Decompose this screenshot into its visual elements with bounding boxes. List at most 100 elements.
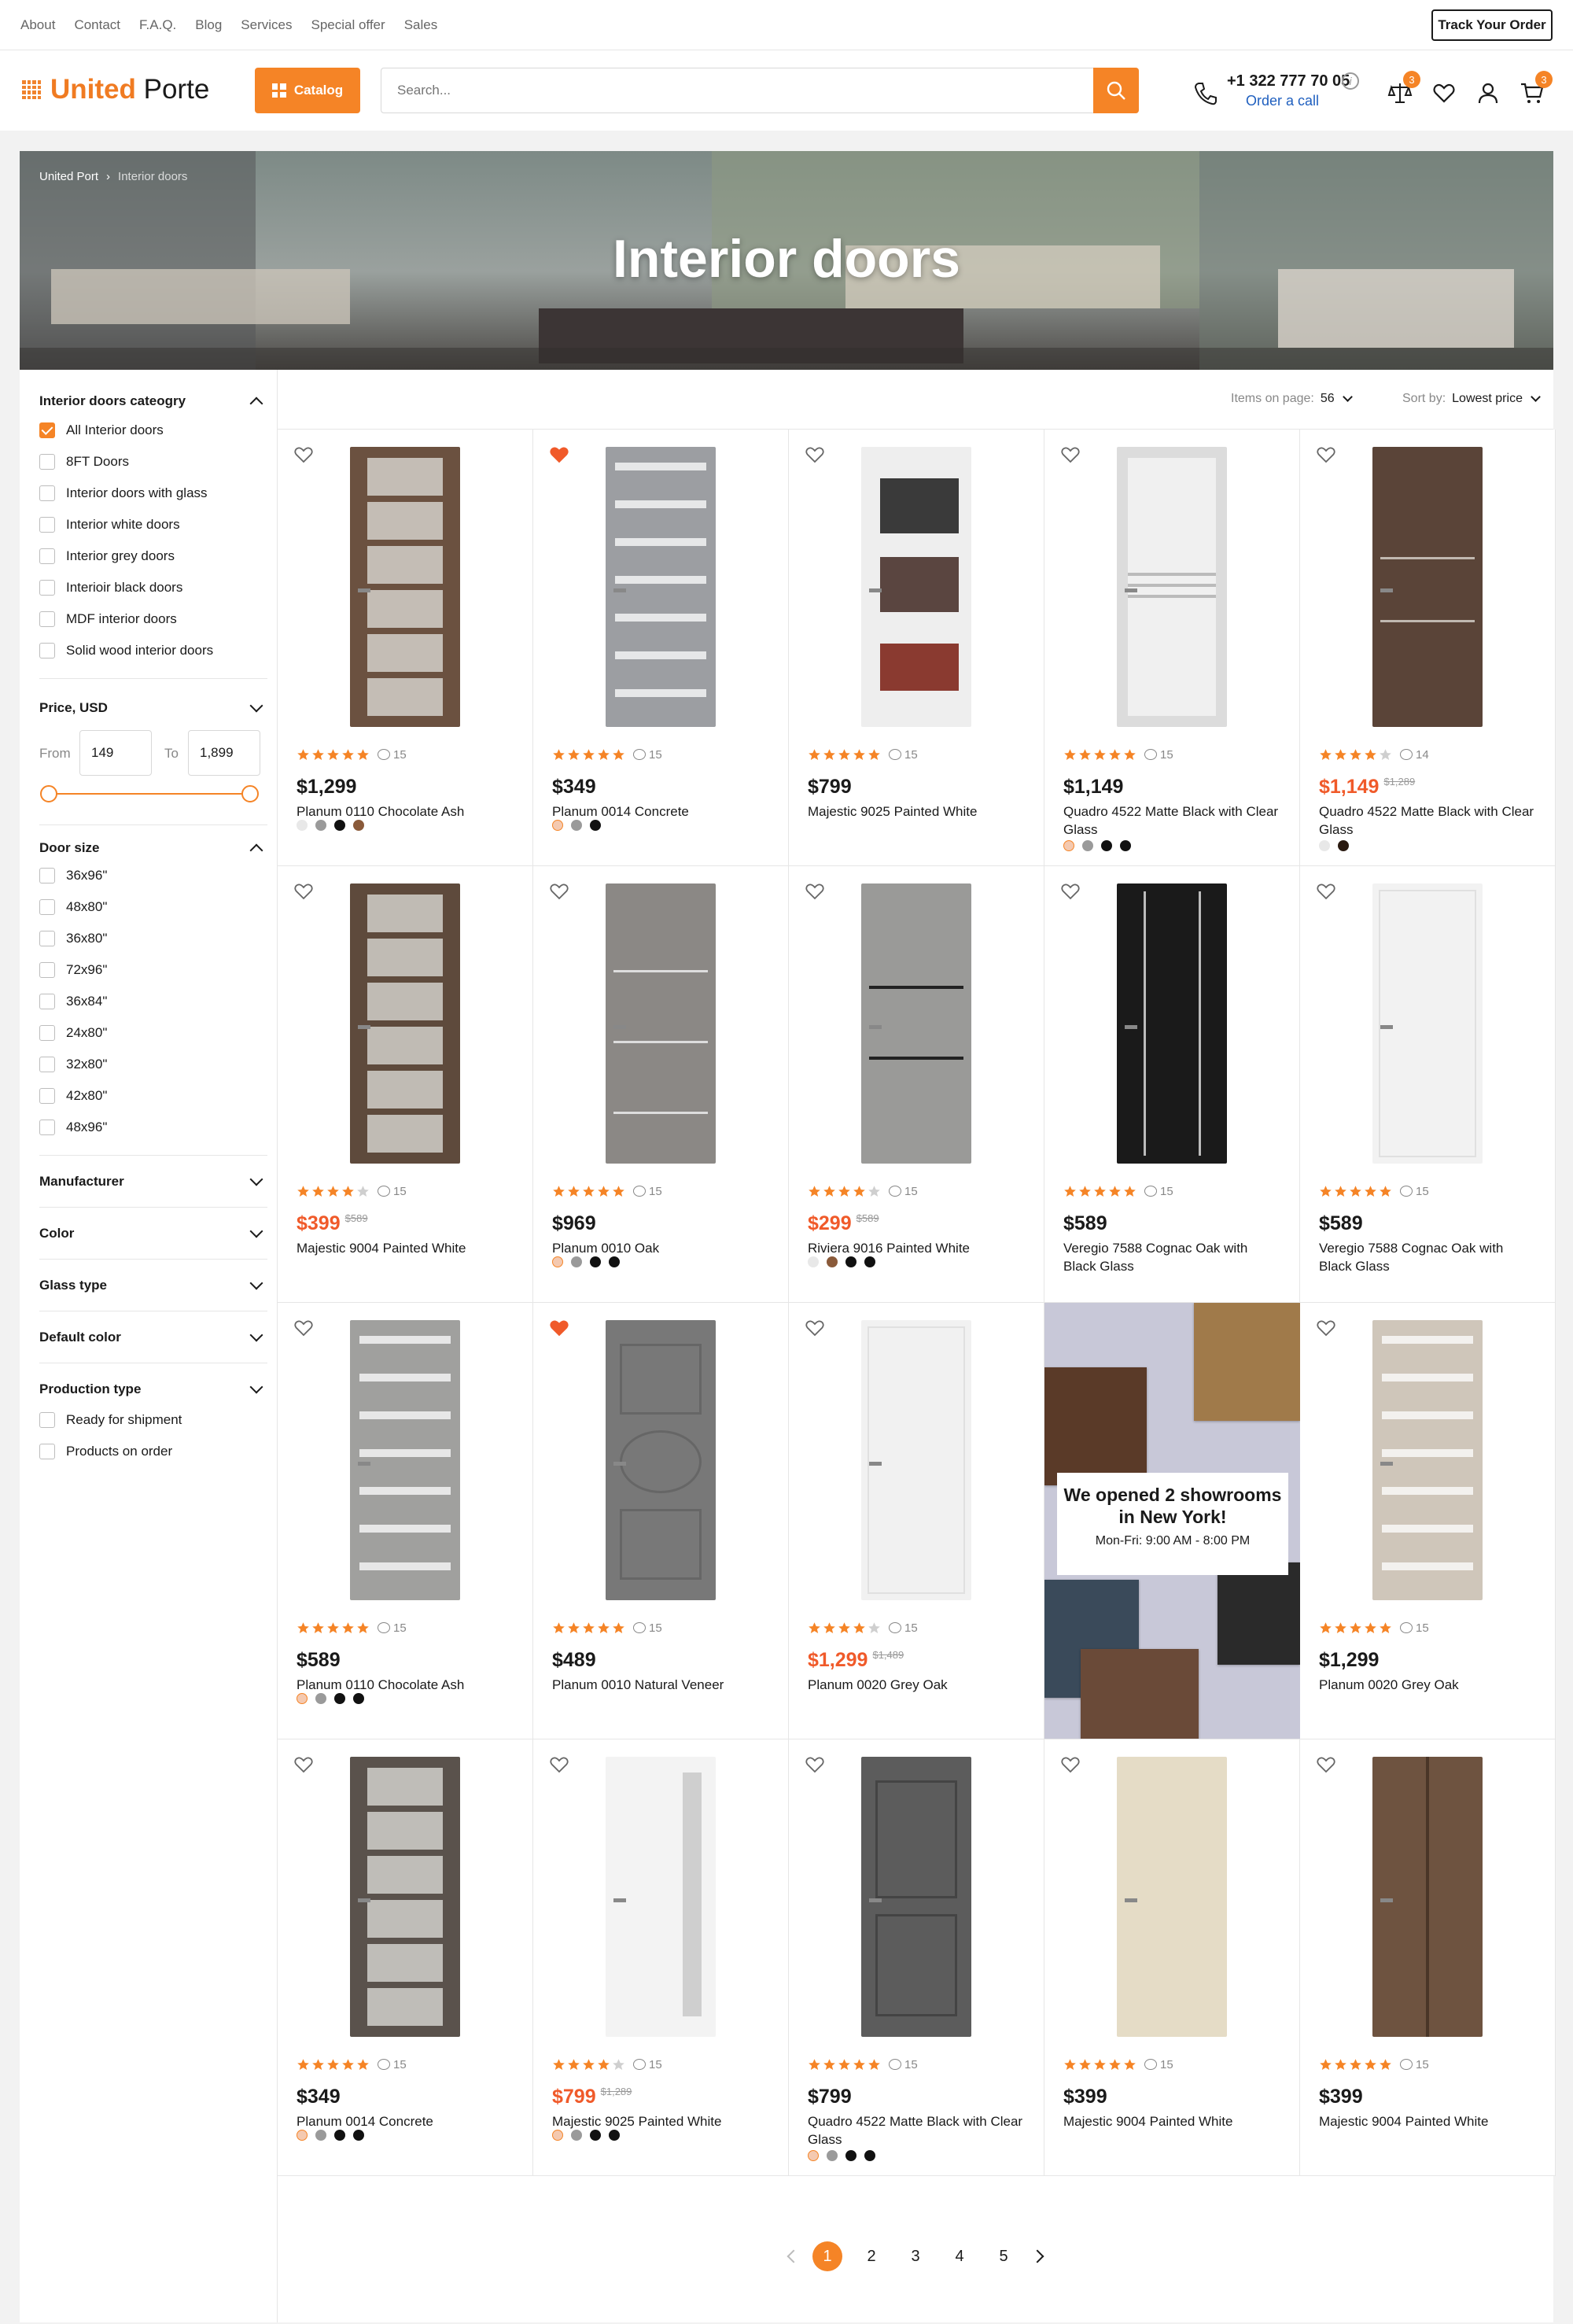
heart-icon[interactable] bbox=[293, 882, 314, 901]
product-name[interactable]: Majestic 9004 Painted White bbox=[1319, 2112, 1539, 2130]
product-image[interactable] bbox=[861, 1757, 971, 2037]
color-swatch[interactable] bbox=[1338, 840, 1349, 851]
price-from-input[interactable]: 149 bbox=[79, 730, 152, 776]
color-swatch[interactable] bbox=[552, 2130, 563, 2141]
color-swatch[interactable] bbox=[297, 2130, 308, 2141]
product-image[interactable] bbox=[1117, 447, 1227, 727]
heart-icon[interactable] bbox=[805, 445, 825, 464]
color-swatch[interactable] bbox=[315, 820, 326, 831]
product-card[interactable]: 15 $489 Planum 0010 Natural Veneer bbox=[533, 1303, 789, 1739]
product-card[interactable]: 15 $1,299 Planum 0020 Grey Oak bbox=[1300, 1303, 1556, 1739]
sort-select[interactable]: Sort by: Lowest price bbox=[1402, 392, 1541, 406]
color-swatch[interactable] bbox=[1063, 840, 1074, 851]
product-image[interactable] bbox=[1372, 883, 1483, 1164]
checkbox[interactable] bbox=[39, 1412, 55, 1428]
checkbox[interactable] bbox=[39, 548, 55, 564]
product-name[interactable]: Majestic 9004 Painted White bbox=[1063, 2112, 1284, 2130]
color-swatch[interactable] bbox=[334, 820, 345, 831]
filter-glass-header[interactable]: Glass type bbox=[39, 1270, 267, 1301]
heart-icon[interactable] bbox=[293, 1319, 314, 1337]
product-name[interactable]: Planum 0014 Concrete bbox=[552, 802, 772, 821]
product-image[interactable] bbox=[1372, 1757, 1483, 2037]
filter-category-header[interactable]: Interior doors cateogry bbox=[39, 385, 267, 417]
size-option[interactable]: 48x96" bbox=[39, 1116, 107, 1139]
heart-icon[interactable] bbox=[1060, 1755, 1081, 1774]
filter-production-header[interactable]: Production type bbox=[39, 1374, 267, 1405]
heart-icon[interactable] bbox=[549, 1319, 569, 1337]
color-swatch[interactable] bbox=[609, 1256, 620, 1267]
color-swatch[interactable] bbox=[1319, 840, 1330, 851]
checkbox[interactable] bbox=[39, 1444, 55, 1459]
product-name[interactable]: Planum 0010 Oak bbox=[552, 1239, 772, 1257]
color-swatch[interactable] bbox=[315, 2130, 326, 2141]
product-name[interactable]: Planum 0110 Chocolate Ash bbox=[297, 1676, 517, 1694]
price-to-input[interactable]: 1,899 bbox=[188, 730, 260, 776]
breadcrumb-home[interactable]: United Port bbox=[39, 170, 98, 183]
color-swatch[interactable] bbox=[552, 1256, 563, 1267]
color-swatch[interactable] bbox=[808, 2150, 819, 2161]
product-card[interactable]: 15 $589 Veregio 7588 Cognac Oak with Black… bbox=[1300, 866, 1556, 1303]
checkbox[interactable] bbox=[39, 931, 55, 946]
checkbox[interactable] bbox=[39, 994, 55, 1009]
category-option[interactable]: Interioir black doors bbox=[39, 576, 182, 599]
size-option[interactable]: 48x80" bbox=[39, 895, 107, 919]
color-swatch[interactable] bbox=[590, 1256, 601, 1267]
heart-icon[interactable] bbox=[293, 445, 314, 464]
heart-icon[interactable] bbox=[1316, 882, 1336, 901]
checkbox[interactable] bbox=[39, 962, 55, 978]
product-name[interactable]: Veregio 7588 Cognac Oak with Black Glass bbox=[1319, 1239, 1539, 1275]
product-image[interactable] bbox=[1117, 1757, 1227, 2037]
checkbox[interactable] bbox=[39, 868, 55, 883]
heart-icon[interactable] bbox=[549, 1755, 569, 1774]
product-image[interactable] bbox=[350, 1757, 460, 2037]
category-option[interactable]: All Interior doors bbox=[39, 419, 164, 442]
logo[interactable]: United Porte bbox=[22, 74, 209, 105]
category-option[interactable]: Interior grey doors bbox=[39, 544, 175, 568]
checkbox[interactable] bbox=[39, 1025, 55, 1041]
color-swatch[interactable] bbox=[827, 2150, 838, 2161]
phone-number[interactable]: +1 322 777 70 05 bbox=[1227, 72, 1350, 90]
product-name[interactable]: Riviera 9016 Painted White bbox=[808, 1239, 1028, 1257]
product-name[interactable]: Majestic 9004 Painted White bbox=[297, 1239, 517, 1257]
size-option[interactable]: 72x96" bbox=[39, 958, 107, 982]
category-option[interactable]: Interior doors with glass bbox=[39, 481, 208, 505]
color-swatch[interactable] bbox=[571, 1256, 582, 1267]
order-call-link[interactable]: Order a call bbox=[1246, 93, 1319, 109]
color-swatch[interactable] bbox=[864, 2150, 875, 2161]
heart-icon[interactable] bbox=[805, 1319, 825, 1337]
product-card[interactable]: 15 $399 $589 Majestic 9004 Painted White bbox=[278, 866, 533, 1303]
checkbox[interactable] bbox=[39, 485, 55, 501]
page-button[interactable]: 1 bbox=[812, 2241, 842, 2271]
product-card[interactable]: 14 $1,149 $1,289 Quadro 4522 Matte Black wi… bbox=[1300, 430, 1556, 866]
checkbox[interactable] bbox=[39, 454, 55, 470]
color-swatch[interactable] bbox=[1120, 840, 1131, 851]
product-image[interactable] bbox=[1372, 1320, 1483, 1600]
color-swatch[interactable] bbox=[571, 820, 582, 831]
color-swatch[interactable] bbox=[609, 2130, 620, 2141]
product-image[interactable] bbox=[350, 447, 460, 727]
category-option[interactable]: Interior white doors bbox=[39, 513, 180, 537]
filter-color-header[interactable]: Color bbox=[39, 1218, 267, 1249]
category-option[interactable]: MDF interior doors bbox=[39, 607, 177, 631]
info-icon[interactable]: i bbox=[1342, 72, 1359, 90]
production-option[interactable]: Products on order bbox=[39, 1440, 172, 1463]
product-card[interactable]: 15 $349 Planum 0014 Concrete bbox=[533, 430, 789, 866]
color-swatch[interactable] bbox=[353, 820, 364, 831]
product-image[interactable] bbox=[606, 1320, 716, 1600]
product-card[interactable]: 15 $1,299 Planum 0110 Chocolate Ash bbox=[278, 430, 533, 866]
color-swatch[interactable] bbox=[827, 1256, 838, 1267]
search-button[interactable] bbox=[1093, 68, 1139, 113]
top-link-blog[interactable]: Blog bbox=[195, 17, 222, 33]
price-max-handle[interactable] bbox=[241, 785, 259, 802]
color-swatch[interactable] bbox=[334, 1693, 345, 1704]
product-card[interactable]: 15 $589 Planum 0110 Chocolate Ash bbox=[278, 1303, 533, 1739]
color-swatch[interactable] bbox=[1082, 840, 1093, 851]
color-swatch[interactable] bbox=[552, 820, 563, 831]
track-order-button[interactable]: Track Your Order bbox=[1431, 9, 1553, 41]
product-image[interactable] bbox=[1117, 883, 1227, 1164]
size-option[interactable]: 24x80" bbox=[39, 1021, 107, 1045]
product-image[interactable] bbox=[606, 883, 716, 1164]
account-button[interactable] bbox=[1472, 77, 1504, 109]
color-swatch[interactable] bbox=[297, 820, 308, 831]
product-name[interactable]: Majestic 9025 Painted White bbox=[552, 2112, 772, 2130]
